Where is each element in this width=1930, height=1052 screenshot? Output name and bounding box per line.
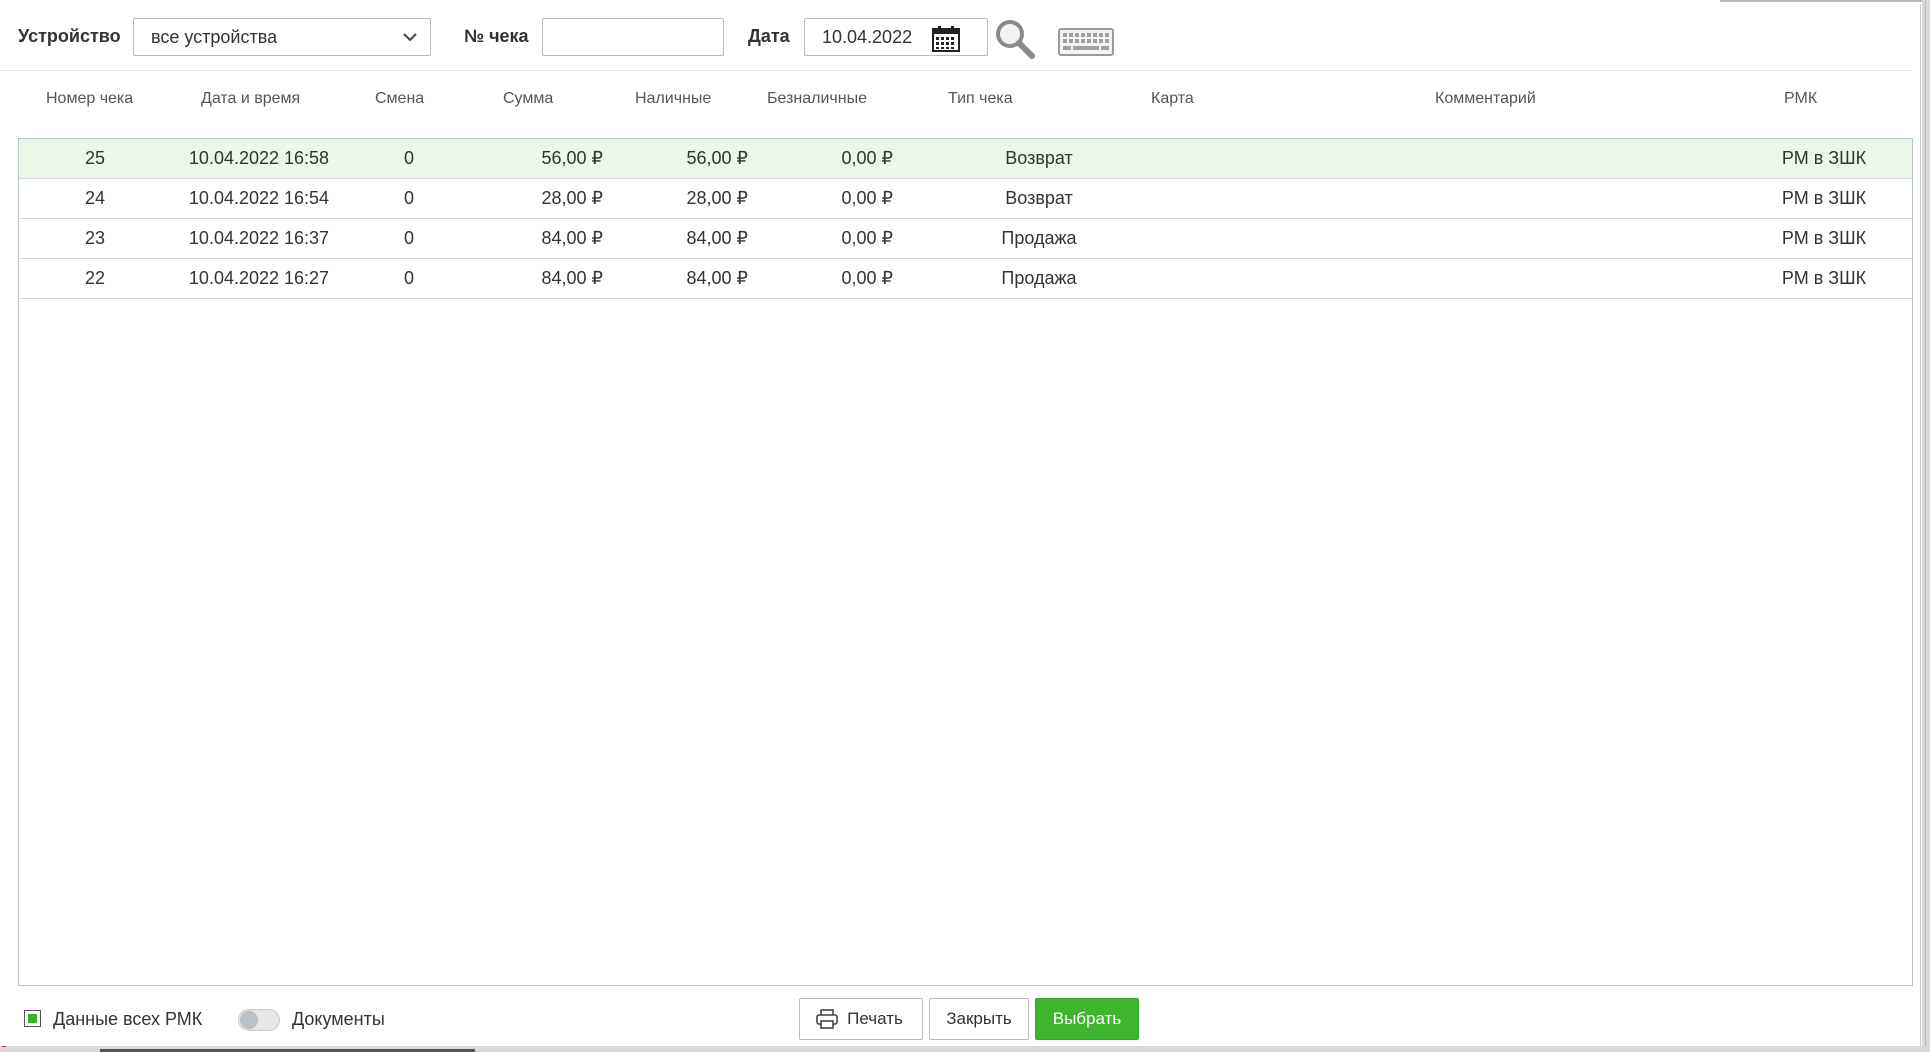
all-rmk-label[interactable]: Данные всех РМК <box>53 1009 202 1030</box>
cell-rmk: РМ в ЗШК <box>1781 228 1867 248</box>
cell-datetime: 10.04.2022 16:27 <box>188 268 330 288</box>
cell-cashless: 0,00 ₽ <box>841 188 894 208</box>
documents-toggle[interactable] <box>238 1009 280 1031</box>
cell-datetime: 10.04.2022 16:54 <box>188 188 330 208</box>
table-row[interactable]: 23 10.04.2022 16:37 0 84,00 ₽ 84,00 ₽ 0,… <box>19 219 1912 259</box>
background-app-edge <box>1720 0 1930 2</box>
keyboard-icon[interactable] <box>1058 28 1114 56</box>
table-row[interactable]: 22 10.04.2022 16:27 0 84,00 ₽ 84,00 ₽ 0,… <box>19 259 1912 299</box>
date-label: Дата <box>748 26 790 46</box>
close-button[interactable]: Закрыть <box>929 998 1029 1040</box>
date-value: 10.04.2022 <box>822 27 913 47</box>
cell-number: 22 <box>84 268 106 288</box>
toggle-knob <box>240 1011 258 1029</box>
cell-sum: 56,00 ₽ <box>541 148 604 168</box>
cell-number: 24 <box>84 188 106 208</box>
column-header-rmk[interactable]: РМК <box>1784 90 1817 108</box>
cell-shift: 0 <box>403 188 414 208</box>
select-button[interactable]: Выбрать <box>1035 998 1139 1040</box>
cell-number: 25 <box>84 148 106 168</box>
cell-type: Продажа <box>1001 268 1077 288</box>
cell-shift: 0 <box>403 148 414 168</box>
toolbar-divider <box>0 70 1912 71</box>
cell-sum: 28,00 ₽ <box>541 188 604 208</box>
cell-type: Возврат <box>1005 148 1073 168</box>
cell-sum: 84,00 ₽ <box>541 228 604 248</box>
print-button-label: Печать <box>847 1009 903 1028</box>
device-select-value: все устройства <box>151 27 278 47</box>
cell-shift: 0 <box>403 268 414 288</box>
calendar-icon[interactable] <box>932 26 960 52</box>
table-row[interactable]: 25 10.04.2022 16:58 0 56,00 ₽ 56,00 ₽ 0,… <box>19 139 1912 179</box>
cell-type: Возврат <box>1005 188 1073 208</box>
background-app-edge <box>1922 0 1930 1052</box>
column-header-sum[interactable]: Сумма <box>503 90 553 108</box>
cell-shift: 0 <box>403 228 414 248</box>
chevron-down-icon <box>403 33 417 42</box>
cell-datetime: 10.04.2022 16:37 <box>188 228 330 248</box>
cell-rmk: РМ в ЗШК <box>1781 268 1867 288</box>
receipt-number-input[interactable] <box>542 18 724 56</box>
column-header-datetime[interactable]: Дата и время <box>201 90 300 108</box>
cell-datetime: 10.04.2022 16:58 <box>188 148 330 168</box>
cell-cashless: 0,00 ₽ <box>841 268 894 288</box>
print-button[interactable]: Печать <box>799 998 923 1040</box>
column-header-cashless[interactable]: Безналичные <box>767 90 867 108</box>
device-label: Устройство <box>18 26 121 46</box>
background-app-edge <box>1925 0 1926 1052</box>
checkbox-checkmark <box>28 1014 37 1023</box>
documents-label[interactable]: Документы <box>292 1009 385 1030</box>
all-rmk-checkbox[interactable] <box>24 1010 41 1027</box>
cell-number: 23 <box>84 228 106 248</box>
column-header-number[interactable]: Номер чека <box>46 90 133 108</box>
receipt-number-label: № чека <box>464 26 529 46</box>
cell-cashless: 0,00 ₽ <box>841 148 894 168</box>
column-header-cash[interactable]: Наличные <box>635 90 711 108</box>
search-icon[interactable] <box>994 18 1036 60</box>
cell-cashless: 0,00 ₽ <box>841 228 894 248</box>
cell-cash: 84,00 ₽ <box>686 228 749 248</box>
cell-rmk: РМ в ЗШК <box>1781 148 1867 168</box>
printer-icon <box>816 1009 838 1029</box>
date-input[interactable]: 10.04.2022 <box>804 18 988 56</box>
cell-type: Продажа <box>1001 228 1077 248</box>
device-select[interactable]: все устройства <box>133 18 431 56</box>
receipt-search-dialog: Устройство все устройства № чека Дата 10… <box>0 4 1921 1046</box>
cell-cash: 28,00 ₽ <box>686 188 749 208</box>
column-header-comment[interactable]: Комментарий <box>1435 90 1536 108</box>
cell-sum: 84,00 ₽ <box>541 268 604 288</box>
table-row[interactable]: 24 10.04.2022 16:54 0 28,00 ₽ 28,00 ₽ 0,… <box>19 179 1912 219</box>
cell-rmk: РМ в ЗШК <box>1781 188 1867 208</box>
cell-cash: 56,00 ₽ <box>686 148 749 168</box>
column-header-type[interactable]: Тип чека <box>948 90 1013 108</box>
cell-cash: 84,00 ₽ <box>686 268 749 288</box>
receipts-table: 25 10.04.2022 16:58 0 56,00 ₽ 56,00 ₽ 0,… <box>18 138 1913 986</box>
column-header-card[interactable]: Карта <box>1151 90 1194 108</box>
column-header-shift[interactable]: Смена <box>375 90 424 108</box>
